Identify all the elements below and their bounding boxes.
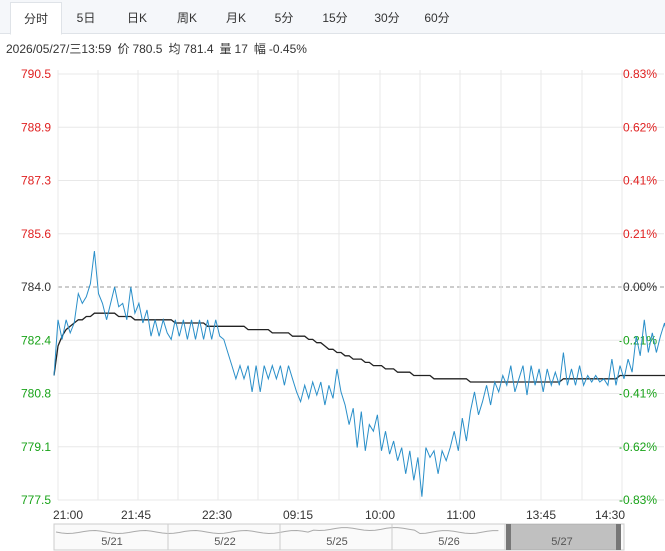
navigator-frame: [53, 523, 625, 551]
navigator-right-handle: [616, 524, 621, 550]
navigator-date-label: 5/27: [551, 536, 572, 548]
tab-6[interactable]: 15分: [312, 2, 358, 34]
y-tick-label: 788.9: [21, 120, 51, 134]
navigator-date-label: 5/26: [438, 536, 459, 548]
tab-5[interactable]: 5分: [262, 2, 306, 34]
x-tick-label: 21:45: [121, 508, 151, 522]
change-label: 幅: [253, 42, 266, 56]
navigator-left-handle: [506, 524, 511, 550]
pct-tick-label: 0.21%: [623, 227, 657, 241]
navigator-window: [510, 524, 616, 550]
quote-info-bar: 2026/05/27/三13:59 价 780.5 均 781.4 量 17 幅 -0.45%: [6, 40, 313, 56]
x-tick-label: 10:00: [365, 508, 395, 522]
navigator-date-label: 5/25: [326, 536, 347, 548]
change-value: -0.45%: [268, 42, 307, 56]
pct-tick-label: -0.21%: [619, 333, 657, 347]
navigator-date-label: 5/22: [214, 536, 235, 548]
tab-8[interactable]: 60分: [414, 2, 460, 34]
pct-tick-label: -0.41%: [619, 387, 657, 401]
navigator-date-label: 5/21: [101, 536, 122, 548]
x-tick-label: 21:00: [53, 508, 83, 522]
y-tick-label: 780.8: [21, 387, 51, 401]
intraday-chart[interactable]: 790.5 0.83% 788.9 0.62% 787.3 0.41% 785.6 0.21%…: [0, 0, 665, 551]
quote-datetime: 2026/05/27/三13:59: [6, 42, 112, 56]
price-value: 780.5: [132, 42, 163, 56]
avg-label: 均: [168, 42, 181, 56]
navigator-sparkline: [55, 527, 499, 535]
y-tick-label: 779.1: [21, 440, 51, 454]
pct-tick-label: 0.00%: [623, 280, 657, 294]
volume-label: 量: [219, 42, 232, 56]
avg-value: 781.4: [183, 42, 214, 56]
tab-1[interactable]: 5日: [64, 2, 108, 34]
tab-2[interactable]: 日K: [114, 2, 160, 34]
tab-3[interactable]: 周K: [164, 2, 210, 34]
period-tab-bar: 分时 5日 日K 周K 月K 5分 15分 30分 60分: [0, 0, 665, 35]
y-tick-label: 785.6: [21, 227, 51, 241]
avg-price-line: [53, 312, 665, 383]
tab-4[interactable]: 月K: [214, 2, 258, 34]
y-tick-label: 790.5: [21, 67, 51, 81]
pct-tick-label: -0.83%: [619, 493, 657, 507]
pct-tick-label: 0.83%: [623, 67, 657, 81]
x-tick-label: 14:30: [595, 508, 625, 522]
price-label: 价: [117, 42, 130, 56]
y-tick-label: 787.3: [21, 174, 51, 188]
pct-tick-label: -0.62%: [619, 440, 657, 454]
y-tick-label: 782.4: [21, 333, 51, 347]
x-tick-label: 22:30: [202, 508, 232, 522]
y-tick-label: 784.0: [21, 280, 51, 294]
tab-7[interactable]: 30分: [364, 2, 410, 34]
price-line: [53, 250, 665, 497]
x-tick-label: 11:00: [446, 508, 475, 522]
x-tick-label: 09:15: [283, 508, 313, 522]
tab-0[interactable]: 分时: [10, 2, 62, 35]
pct-tick-label: 0.41%: [623, 174, 657, 188]
pct-tick-label: 0.62%: [623, 120, 657, 134]
y-tick-label: 777.5: [21, 493, 51, 507]
x-tick-label: 13:45: [526, 508, 556, 522]
volume-value: 17: [234, 42, 248, 56]
